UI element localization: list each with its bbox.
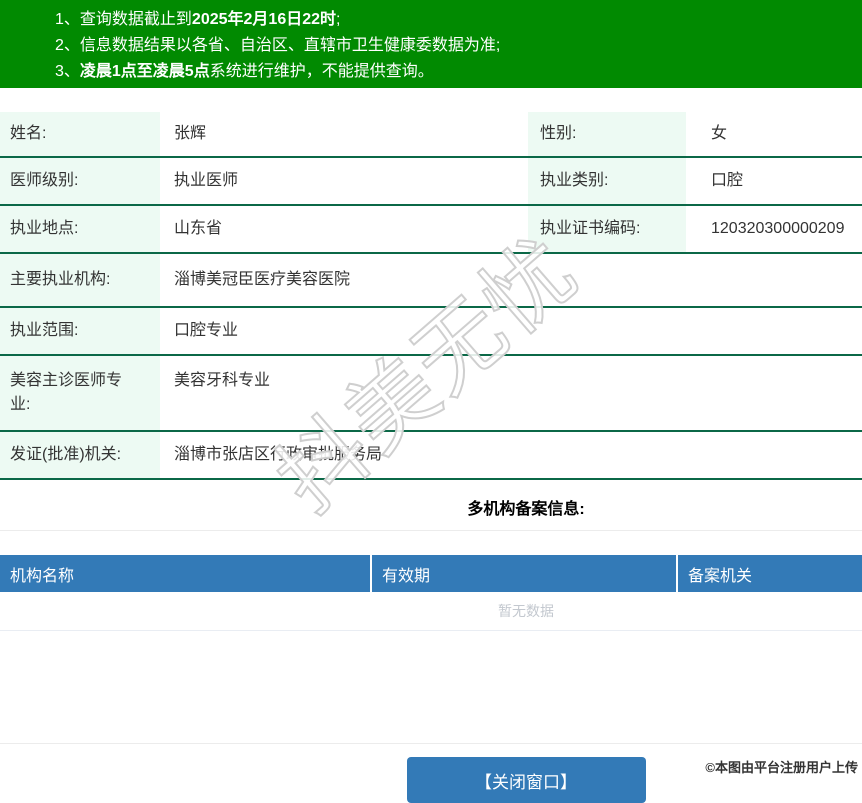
field-label-gender: 性别: bbox=[528, 112, 686, 156]
field-label-practice-category: 执业类别: bbox=[528, 158, 686, 204]
field-label-practice-scope: 执业范围: bbox=[0, 308, 160, 354]
field-value-practice-scope: 口腔专业 bbox=[160, 308, 862, 354]
field-value-practice-category: 口腔 bbox=[686, 158, 862, 204]
field-label-practice-location: 执业地点: bbox=[0, 206, 160, 252]
field-label-certificate-number: 执业证书编码: bbox=[528, 206, 686, 252]
field-value-cosmetic-specialty: 美容牙科专业 bbox=[160, 356, 862, 430]
table-row: 主要执业机构: 淄博美冠臣医疗美容医院 bbox=[0, 254, 862, 308]
notice-line-2: 2、信息数据结果以各省、自治区、直辖市卫生健康委数据为准; bbox=[0, 33, 862, 59]
field-label-name: 姓名: bbox=[0, 112, 160, 156]
notice-number: 2、 bbox=[55, 37, 80, 54]
notice-bold-text: 凌晨1点至凌晨5点 bbox=[79, 63, 210, 80]
notice-bar: 1、查询数据截止到2025年2月16日22时; 2、信息数据结果以各省、自治区、… bbox=[0, 0, 862, 88]
notice-text: 系统进行维护，不能提供查询。 bbox=[209, 63, 434, 80]
field-value-issuing-authority: 淄博市张店区行政审批服务局 bbox=[160, 432, 862, 478]
notice-number: 3、 bbox=[55, 63, 80, 80]
notice-text: ; bbox=[336, 11, 341, 28]
notice-bold-text: 2025年2月16日22时 bbox=[191, 11, 337, 28]
notice-number: 1、 bbox=[55, 11, 80, 28]
doctor-info-table: 姓名: 张辉 性别: 女 医师级别: 执业医师 执业类别: 口腔 执业地点: 山… bbox=[0, 112, 862, 480]
field-value-name: 张辉 bbox=[160, 112, 528, 156]
no-data-placeholder: 暂无数据 bbox=[0, 592, 862, 631]
column-header-validity-period: 有效期 bbox=[372, 555, 678, 592]
close-window-button[interactable]: 【关闭窗口】 bbox=[406, 757, 646, 803]
column-header-filing-authority: 备案机关 bbox=[688, 567, 753, 585]
field-value-practice-location: 山东省 bbox=[160, 206, 528, 252]
field-label-main-institution: 主要执业机构: bbox=[0, 254, 160, 306]
notice-text: 查询数据截止到 bbox=[79, 11, 192, 28]
field-value-doctor-level: 执业医师 bbox=[160, 158, 528, 204]
uploader-copyright-watermark: ©本图由平台注册用户上传 bbox=[705, 760, 858, 775]
table-row: 执业范围: 口腔专业 bbox=[0, 308, 862, 356]
field-label-issuing-authority: 发证(批准)机关: bbox=[0, 432, 160, 478]
notice-line-3: 3、凌晨1点至凌晨5点系统进行维护，不能提供查询。 bbox=[0, 59, 862, 85]
notice-text: 信息数据结果以各省、自治区、直辖市卫生健康委数据为准; bbox=[79, 37, 501, 54]
field-value-certificate-number: 120320300000209 bbox=[686, 206, 862, 252]
field-label-cosmetic-specialty: 美容主诊医师专业: bbox=[0, 356, 160, 430]
notice-line-1: 1、查询数据截止到2025年2月16日22时; bbox=[0, 7, 862, 33]
table-row: 姓名: 张辉 性别: 女 bbox=[0, 112, 862, 158]
field-label-doctor-level: 医师级别: bbox=[0, 158, 160, 204]
table-row: 发证(批准)机关: 淄博市张店区行政审批服务局 bbox=[0, 432, 862, 480]
table-row: 医师级别: 执业医师 执业类别: 口腔 bbox=[0, 158, 862, 206]
filing-table-header: 机构名称 有效期 备案机关 bbox=[0, 555, 862, 592]
table-row: 美容主诊医师专业: 美容牙科专业 bbox=[0, 356, 862, 432]
field-value-main-institution: 淄博美冠臣医疗美容医院 bbox=[160, 254, 862, 306]
field-value-gender: 女 bbox=[686, 112, 862, 156]
table-row: 执业地点: 山东省 执业证书编码: 120320300000209 bbox=[0, 206, 862, 254]
multi-institution-section-title: 多机构备案信息: bbox=[467, 501, 585, 518]
column-header-institution-name: 机构名称 bbox=[0, 555, 372, 592]
page-container: 1、查询数据截止到2025年2月16日22时; 2、信息数据结果以各省、自治区、… bbox=[0, 0, 862, 803]
divider bbox=[0, 530, 862, 531]
